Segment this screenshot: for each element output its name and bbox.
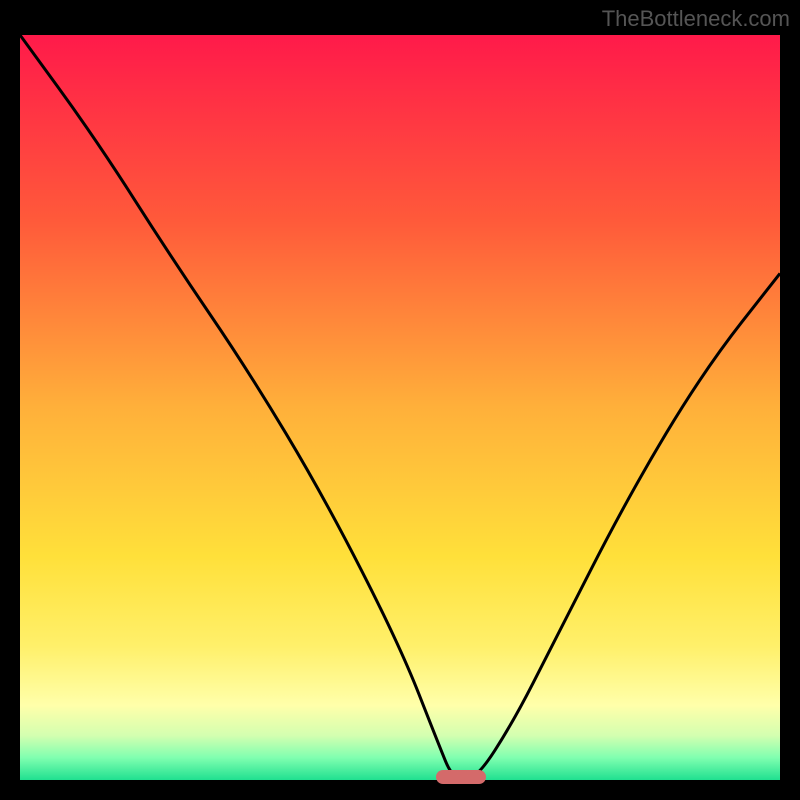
bottleneck-curve	[20, 35, 780, 780]
chart-container	[20, 35, 780, 780]
watermark-text: TheBottleneck.com	[602, 6, 790, 32]
optimal-marker	[436, 770, 486, 784]
